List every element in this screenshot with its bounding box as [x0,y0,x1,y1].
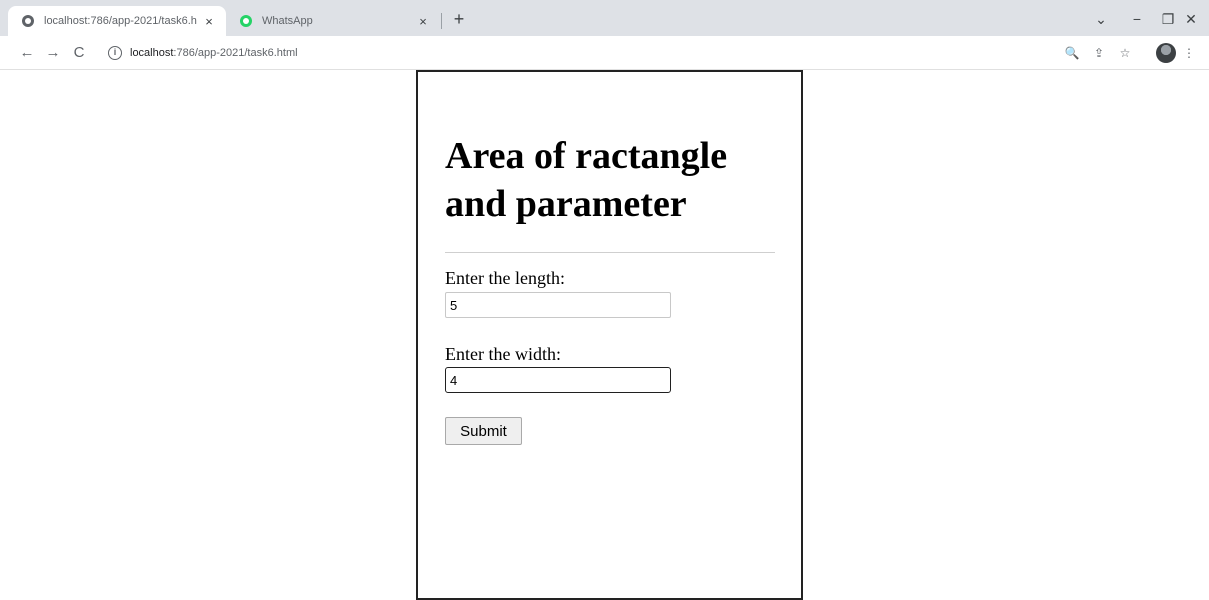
minimize-button[interactable]: − [1122,8,1152,30]
tab-search-dropdown-icon[interactable]: ⌄ [1086,8,1116,30]
tab-divider [441,13,442,29]
site-info-icon[interactable]: i [108,46,122,60]
width-label: Enter the width: [445,344,561,364]
bookmark-star-icon[interactable]: ☆ [1114,42,1136,64]
zoom-icon[interactable]: 🔍 [1061,42,1083,64]
forward-button[interactable]: → [42,42,64,64]
address-url: localhost:786/app-2021/task6.html [130,47,298,59]
whatsapp-icon [240,15,252,27]
submit-button[interactable]: Submit [445,417,522,445]
tab-title: localhost:786/app-2021/task6.h [44,15,197,27]
page-title: Area of ractangle and parameter [445,135,728,225]
width-input[interactable] [445,367,671,393]
reload-button[interactable]: C [68,42,90,64]
profile-avatar[interactable] [1156,43,1176,63]
divider [445,252,775,253]
share-icon[interactable]: ⇪ [1088,42,1110,64]
length-label: Enter the length: [445,268,565,288]
url-path: :786/app-2021/task6.html [173,47,298,59]
close-tab-icon[interactable]: × [200,14,218,29]
tab-bar: localhost:786/app-2021/task6.h × WhatsAp… [0,0,1209,36]
tab-whatsapp[interactable]: WhatsApp × [230,6,440,36]
back-button[interactable]: ← [16,42,38,64]
form-card: Area of ractangle and parameter Enter th… [416,70,803,600]
tab-task6[interactable]: localhost:786/app-2021/task6.h × [8,6,226,36]
close-tab-icon[interactable]: × [414,14,432,29]
url-host: localhost [130,47,174,59]
close-window-button[interactable]: ✕ [1176,8,1206,30]
new-tab-button[interactable]: + [448,9,470,31]
menu-icon[interactable]: ⋮ [1178,42,1200,64]
address-bar[interactable]: i localhost:786/app-2021/task6.html [100,41,1060,65]
length-input[interactable] [445,292,671,318]
globe-icon [22,15,34,27]
tab-title: WhatsApp [262,15,313,27]
browser-toolbar: ← → C i localhost:786/app-2021/task6.htm… [0,36,1209,70]
